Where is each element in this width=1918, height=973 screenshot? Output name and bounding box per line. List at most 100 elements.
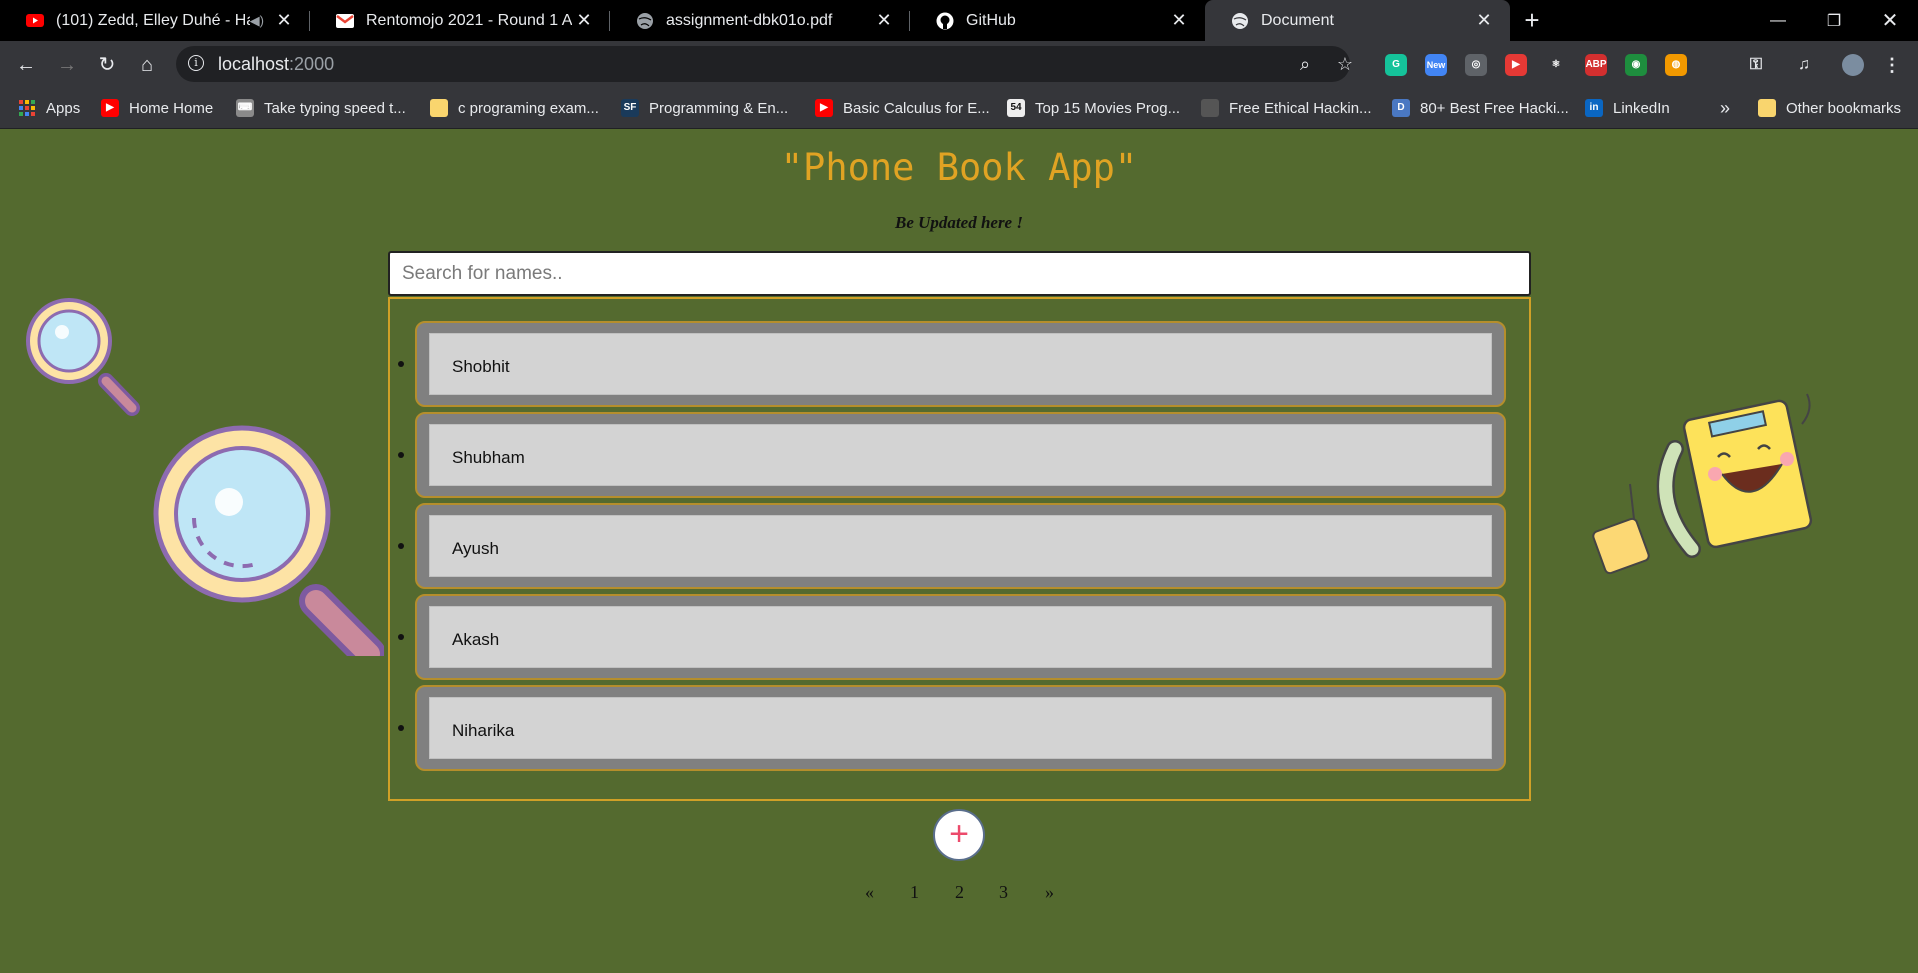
adblock-icon[interactable]: ABP (1585, 54, 1607, 76)
bookmark-label: LinkedIn (1613, 99, 1670, 117)
globe-icon (1231, 12, 1249, 30)
url-port: :2000 (289, 54, 335, 74)
bookmarks-overflow-chevron[interactable]: » (1720, 96, 1730, 120)
hacking-icon (1201, 99, 1219, 117)
bookmark-item[interactable]: 54 Top 15 Movies Prog... (1007, 96, 1180, 120)
bookmark-item[interactable]: D 80+ Best Free Hacki... (1392, 96, 1569, 120)
bookmark-item[interactable]: ▶ Basic Calculus for E... (815, 96, 990, 120)
extension-icon[interactable]: ◉ (1625, 54, 1647, 76)
youtube-icon: ▶ (101, 99, 119, 117)
bookmark-item[interactable]: Free Ethical Hackin... (1201, 96, 1372, 120)
minimize-icon[interactable]: — (1750, 0, 1806, 41)
magnifier-illustration (26, 298, 384, 656)
close-tab-icon[interactable]: ✕ (1167, 10, 1191, 31)
large-magnifier-icon (153, 425, 384, 656)
reload-icon[interactable]: ↻ (93, 51, 121, 79)
glasses-icon[interactable]: ◎ (1465, 54, 1487, 76)
linkedin-icon: in (1585, 99, 1603, 117)
contact-card[interactable]: Niharika (415, 685, 1506, 771)
youtube-icon (26, 12, 44, 30)
sf-icon: SF (621, 99, 639, 117)
folder-icon (430, 99, 448, 117)
bookmark-label: c programing exam... (458, 99, 599, 117)
browser-tab[interactable]: Rentomojo 2021 - Round 1 Assig ✕ (310, 0, 610, 41)
phone-receiver-icon (1656, 440, 1701, 558)
apps-grid-icon (18, 99, 36, 117)
contact-card-inner: Ayush (429, 515, 1492, 577)
bookmark-label: Apps (46, 99, 81, 117)
d-icon: D (1392, 99, 1410, 117)
zoom-icon[interactable]: ⌕ (1294, 53, 1316, 75)
new-extension-icon[interactable]: New (1425, 54, 1447, 76)
github-icon (936, 12, 954, 30)
profile-avatar[interactable] (1842, 54, 1864, 76)
desk-phone-icon (1592, 483, 1650, 575)
pagination-prev[interactable]: « (865, 882, 874, 903)
phone-book-mascot-illustration (1592, 393, 1813, 575)
site-info-icon[interactable]: i (188, 55, 204, 71)
youtube-icon: ▶ (815, 99, 833, 117)
list-bullet (398, 543, 404, 549)
close-window-icon[interactable]: ✕ (1862, 0, 1918, 41)
list-bullet (398, 725, 404, 731)
bookmark-item[interactable]: in LinkedIn (1585, 96, 1670, 120)
browser-toolbar: ← → ↻ ⌂ i localhost:2000 ⌕ ☆ G New ◎ ▶ ⚛ ABP ◉… (0, 41, 1918, 88)
react-devtools-icon[interactable]: ⚛ (1545, 54, 1567, 76)
video-speed-icon[interactable]: ▶ (1505, 54, 1527, 76)
contact-card[interactable]: Akash (415, 594, 1506, 680)
menu-kebab-icon[interactable]: ⋮ (1881, 54, 1903, 76)
close-tab-icon[interactable]: ✕ (272, 10, 296, 31)
address-bar[interactable]: i localhost:2000 ⌕ ☆ (176, 46, 1353, 82)
contact-name: Shubham (452, 448, 525, 467)
bookmark-item[interactable]: c programing exam... (430, 96, 599, 120)
folder-icon (1758, 99, 1776, 117)
close-tab-icon[interactable]: ✕ (572, 10, 596, 31)
tab-title: assignment-dbk01o.pdf (666, 11, 833, 29)
contact-name: Ayush (452, 539, 499, 558)
forward-icon[interactable]: → (53, 51, 81, 79)
close-tab-icon[interactable]: ✕ (1472, 10, 1496, 31)
bookmark-label: Free Ethical Hackin... (1229, 99, 1372, 117)
contact-card-inner: Shubham (429, 424, 1492, 486)
gmail-icon (336, 12, 354, 30)
new-tab-icon[interactable]: + (1518, 6, 1546, 34)
pagination-next[interactable]: » (1045, 882, 1054, 903)
contact-card[interactable]: Shubham (415, 412, 1506, 498)
browser-tab[interactable]: GitHub ✕ (910, 0, 1205, 41)
pagination-page-2[interactable]: 2 (955, 882, 964, 903)
bookmark-item[interactable]: SF Programming & En... (621, 96, 788, 120)
contact-name: Shobhit (452, 357, 510, 376)
contact-card[interactable]: Shobhit (415, 321, 1506, 407)
browser-tab-active[interactable]: Document ✕ (1205, 0, 1510, 41)
bookmark-star-icon[interactable]: ☆ (1334, 53, 1356, 75)
bookmark-label: Programming & En... (649, 99, 789, 117)
speaker-icon[interactable]: ◀) (250, 13, 264, 29)
tab-title: Document (1261, 11, 1334, 29)
search-input[interactable] (388, 251, 1531, 296)
extensions-puzzle-icon[interactable]: ⚿ (1745, 54, 1767, 76)
media-control-icon[interactable]: ♫ (1793, 54, 1815, 76)
phone-book-page: "Phone Book App" Be Updated here ! Shobh… (0, 129, 1918, 973)
pagination-page-3[interactable]: 3 (999, 882, 1008, 903)
bookmark-item[interactable]: ⌨ Take typing speed t... (236, 96, 406, 120)
pagination-page-1[interactable]: 1 (910, 882, 919, 903)
bookmark-label: Top 15 Movies Prog... (1035, 99, 1181, 117)
add-contact-button[interactable]: + (933, 809, 985, 861)
back-icon[interactable]: ← (12, 51, 40, 79)
restore-icon[interactable]: ❐ (1806, 0, 1862, 41)
tab-title: Rentomojo 2021 - Round 1 Assig (366, 11, 572, 29)
bookmark-item[interactable]: ▶ Home Home (101, 96, 213, 120)
other-bookmarks[interactable]: Other bookmarks (1758, 96, 1901, 120)
contact-card[interactable]: Ayush (415, 503, 1506, 589)
bookmark-apps[interactable]: Apps (18, 96, 80, 120)
eyes-icon[interactable]: ◍ (1665, 54, 1687, 76)
bookmark-label: Home Home (129, 99, 214, 117)
typing-icon: ⌨ (236, 99, 254, 117)
browser-tab[interactable]: assignment-dbk01o.pdf ✕ (610, 0, 910, 41)
grammarly-icon[interactable]: G (1385, 54, 1407, 76)
browser-tab[interactable]: (101) Zedd, Elley Duhé - Hap ◀) ✕ (0, 0, 310, 41)
smiling-book-icon (1682, 393, 1813, 549)
small-magnifier-icon (26, 298, 140, 416)
close-tab-icon[interactable]: ✕ (872, 10, 896, 31)
home-icon[interactable]: ⌂ (133, 51, 161, 79)
